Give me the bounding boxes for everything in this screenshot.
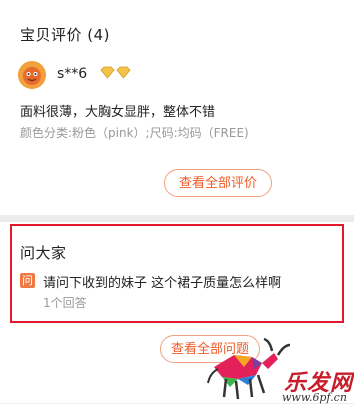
site-watermark: 乐发网 www.6pf.cn	[204, 327, 354, 404]
review-sku-spec: 颜色分类:粉色（pink）;尺码:均码（FREE)	[20, 126, 249, 140]
qa-title[interactable]: 问大家	[20, 242, 67, 263]
reviews-title[interactable]: 宝贝评价 (4)	[20, 24, 110, 45]
qa-section: 问大家 问 请问下收到的妹子 这个裙子质量怎么样啊 1个回答 查看全部问题 乐发…	[0, 222, 354, 404]
question-badge-icon: 问	[20, 273, 35, 288]
review-username: s**6	[57, 66, 88, 82]
question-text[interactable]: 请问下收到的妹子 这个裙子质量怎么样啊	[43, 272, 281, 291]
user-avatar-icon	[18, 61, 46, 89]
view-all-reviews-button[interactable]: 查看全部评价	[164, 169, 272, 197]
review-content: 面料很薄，大胸女显胖，整体不错	[20, 105, 216, 120]
bull-logo-icon	[207, 337, 291, 400]
answer-count: 1个回答	[43, 296, 87, 310]
watermark-url: www.6pf.cn	[282, 391, 347, 404]
diamond-level-icon	[100, 66, 131, 79]
reviews-section: 宝贝评价 (4) s**6 面料很薄，大胸女显胖，整体不错 颜色分类:粉色（pi…	[0, 0, 354, 215]
